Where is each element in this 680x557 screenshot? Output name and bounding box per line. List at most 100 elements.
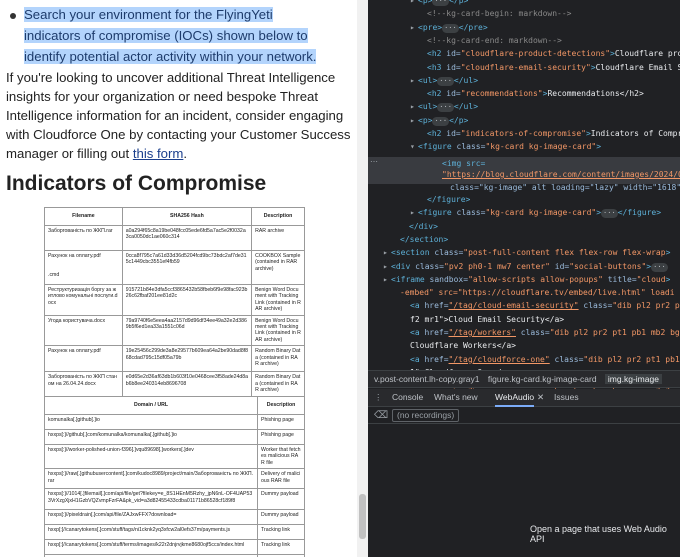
code-token: <a [410,328,425,337]
code-token: </div> [409,221,438,231]
table-row: Рахунок на оплату.pdf 19e25456c299de3a8e2… [44,345,305,373]
code-token: class= [549,354,584,364]
table-cell: hxxp[:]//canarytokens[.]com/stuff/terms/… [43,539,259,556]
dom-node-line[interactable]: ▸ <section class="post-full-content flex … [368,246,670,260]
expand-triangle-icon[interactable]: ▾ [410,140,418,154]
collapsed-content-badge[interactable]: ··· [601,209,618,219]
dom-node-line[interactable]: <h3 id="cloudflare-email-security">Cloud… [368,61,680,75]
collapsed-content-badge[interactable]: ··· [437,103,454,113]
table-cell: Угода користувача.docx [44,314,123,347]
dom-node-line[interactable]: ▸ <ul> ··· </ul> [368,74,478,88]
expand-triangle-icon[interactable]: ▸ [410,74,418,88]
dom-node-line[interactable]: f2 mr1">Cloud Email Security</a> [368,313,564,327]
expand-triangle-icon[interactable]: ▸ [410,21,418,35]
dom-node-line[interactable]: <h2 id="cloudflare-product-detections">C… [368,47,680,61]
code-token: "https://blog.cloudflare.com/content/ima… [442,170,680,179]
code-token: f2 mr1">Cloud Email Security</a> [410,314,565,324]
expand-triangle-icon[interactable]: ▸ [410,206,418,220]
breadcrumb: v.post-content.lh-copy.gray1 figure.kg-c… [368,370,680,388]
code-token: id= [446,49,461,59]
collapsed-content-badge[interactable]: ··· [432,0,450,6]
collapsed-content-badge[interactable]: ··· [432,116,450,126]
article-pane: Search your environment for the FlyingYe… [0,0,368,557]
code-token: > [665,274,671,284]
dom-node-line[interactable]: <!--kg-card-end: markdown--> [368,34,562,48]
expand-triangle-icon[interactable]: ▸ [383,246,391,260]
expand-triangle-icon[interactable]: ▸ [410,100,418,114]
tab-whats-new[interactable]: What's new [434,389,478,406]
code-token: "dib pl2 pr2 pt1 pb1 [583,354,680,364]
code-token: "kg-card kg-image-card" [485,142,597,152]
code-token: <h2 [427,129,447,138]
expand-triangle-icon[interactable]: ▸ [410,114,418,128]
table-cell: Benign Word Document with Tracking Link … [251,314,305,347]
page-scrollbar-thumb[interactable] [359,494,366,539]
dom-node-line[interactable]: ▸ <iframe sandbox="allow-scripts allow-po… [368,273,670,287]
dom-node-line[interactable]: <a href="/tag/cloud-email-security" clas… [368,299,680,313]
code-token: href= [424,354,449,364]
drawer-menu-icon[interactable]: ⋮ [374,389,383,406]
code-token: "social-buttons" [569,261,647,271]
code-token: <h3 [427,62,447,72]
dom-node-line[interactable]: <h2 id="indicators-of-compromise">Indica… [368,127,680,141]
dom-node-line[interactable]: </figure> [368,193,470,207]
code-token: <figure [418,208,457,218]
dom-node-line[interactable]: <a href="/tag/workers" class="dib pl2 pr… [368,326,680,340]
expand-triangle-icon[interactable]: ▸ [383,273,391,287]
code-token: "cloud [636,274,666,284]
code-token: "dib pl2 pr2 pt1 [612,301,680,311]
code-token: <!--kg-card-end: markdown--> [427,35,562,45]
close-tab-icon[interactable]: ✕ [537,389,544,406]
code-token: </figure> [427,195,471,204]
breadcrumb-item[interactable]: v.post-content.lh-copy.gray1 [374,374,480,384]
highlighted-list-item[interactable]: Search your environment for the FlyingYe… [24,4,320,67]
breadcrumb-item[interactable]: figure.kg-card.kg-image-card [488,374,597,384]
dom-node-line[interactable]: <a href="/tag/cloudforce-one" class="dib… [368,353,680,367]
dom-node-line[interactable]: -embed" src="https://cloudflare.tv/embed… [368,286,675,300]
code-token: <!--kg-card-begin: markdown--> [427,9,572,19]
code-token: "/tag/workers" [448,328,516,337]
dom-node-line[interactable]: ▸ <ul> ··· </ul> [368,100,478,114]
table-cell: Dummy payload [257,488,305,511]
clear-icon[interactable]: ⌫ [374,408,388,423]
table-cell: Tracking link [257,539,305,556]
dom-node-line[interactable]: ▸ <div class="pv2 ph0-1 mw7 center" id="s… [368,260,668,274]
code-token: <iframe [391,274,430,284]
dom-node-line[interactable]: ▸ <pre> ··· </pre> [368,21,488,35]
table-cell: a0a294f65c8a19be048fcc05ede6fd5a7ac5e2f0… [121,225,253,251]
collapsed-content-badge[interactable]: ··· [442,23,459,33]
selected-line[interactable]: "https://blog.cloudflare.com/content/ima… [368,168,680,182]
code-token: <section [391,248,435,258]
code-token: Recommendations</h2> [547,89,644,99]
table-row: hxxp[:]//canarytokens[.]com/stuff/tags/n… [43,524,305,541]
ioc-hash-table: Filename SHA256 Hash Description Заборгова… [44,207,305,398]
dom-node-line[interactable]: </section> [368,233,448,247]
context-select[interactable]: (no recordings) [392,409,460,422]
tab-console[interactable]: Console [392,389,423,406]
collapsed-content-badge[interactable]: ··· [651,262,668,272]
tab-webaudio[interactable]: WebAudio [495,389,535,407]
table-cell: Заборгованість по ЖКП.rar [44,225,123,251]
table-cell: Phishing page [257,414,305,430]
dom-node-line[interactable]: ▸ <p> ··· </p> [368,114,468,128]
dom-node-line[interactable]: ▸ <figure class="kg-card kg-image-card"> ·… [368,206,661,220]
breadcrumb-item-active[interactable]: img.kg-image [604,374,662,384]
code-token: "kg-card kg-image-card" [485,208,597,218]
dom-node-line[interactable]: <h2 id="recommendations">Recommendations… [368,87,644,101]
code-token: <a [410,354,425,364]
code-token: "recommendations" [460,89,543,99]
dom-node-line[interactable]: </div> [368,220,438,234]
contact-form-link[interactable]: this form [133,146,184,161]
code-token: id= [446,62,461,72]
dom-node-line[interactable]: Cloudflare Workers</a> [368,339,516,353]
collapsed-content-badge[interactable]: ··· [437,76,454,86]
dom-node-line[interactable]: <!--kg-card-begin: markdown--> [368,7,572,21]
table-cell: 79a9740f6e5eea4aa2157d9d96df34ee49a32e2d… [121,314,253,347]
expand-triangle-icon[interactable]: ▸ [383,260,391,274]
dom-node-line[interactable]: ▾ <figure class="kg-card kg-image-card"> [368,140,601,154]
code-token: </ul> [453,75,479,85]
code-token: <h2 [427,89,447,99]
tab-issues[interactable]: Issues [554,389,579,406]
page-scrollbar[interactable] [357,0,368,557]
code-token: </p> [449,0,469,5]
